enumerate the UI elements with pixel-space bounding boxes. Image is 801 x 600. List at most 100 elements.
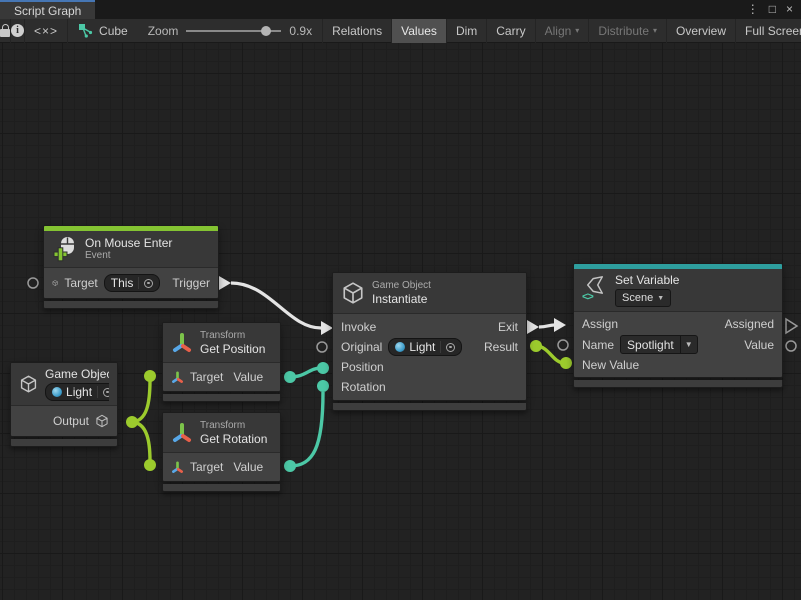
node-footer xyxy=(162,484,281,492)
window-controls: ⋮ □ × xyxy=(747,0,801,19)
node-instantiate[interactable]: Game Object Instantiate Invoke Exit Orig… xyxy=(332,272,527,411)
align-button[interactable]: Align ▾ xyxy=(536,19,590,43)
zoom-slider[interactable] xyxy=(186,26,281,36)
position-label: Position xyxy=(341,360,384,374)
getrotation-value-port[interactable] xyxy=(284,460,296,472)
carry-button[interactable]: Carry xyxy=(487,19,535,43)
distribute-label: Distribute xyxy=(598,24,649,38)
relations-button[interactable]: Relations xyxy=(322,19,392,43)
graph-canvas[interactable]: On Mouse Enter Event Target This Trigger xyxy=(0,43,801,600)
object-picker-icon[interactable] xyxy=(446,343,455,352)
node-get-rotation[interactable]: Transform Get Rotation Target Value xyxy=(162,412,281,492)
instantiate-position-port[interactable] xyxy=(317,362,329,374)
node-footer xyxy=(573,380,783,388)
overview-button[interactable]: Overview xyxy=(667,19,736,43)
transform-icon xyxy=(171,422,193,444)
light-icon xyxy=(395,342,405,352)
transform-icon xyxy=(171,332,193,354)
instantiate-rotation-port[interactable] xyxy=(317,380,329,392)
transform-icon xyxy=(171,371,184,384)
output-label: Output xyxy=(53,414,89,428)
zoom-slider-handle[interactable] xyxy=(261,26,271,36)
getposition-target-port[interactable] xyxy=(144,370,156,382)
setvariable-value-port[interactable] xyxy=(786,341,796,351)
setvariable-assigned-port[interactable] xyxy=(786,319,797,333)
node-subtitle: Event xyxy=(85,250,172,262)
distribute-dropdown-icon: ▾ xyxy=(653,26,657,35)
values-label: Values xyxy=(401,24,437,38)
wire-light-to-getrotation[interactable] xyxy=(132,422,150,461)
exit-label: Exit xyxy=(498,320,518,334)
getposition-value-port[interactable] xyxy=(284,371,296,383)
name-label: Name xyxy=(582,338,614,352)
chevron-down-icon: ▼ xyxy=(680,336,697,353)
result-label: Result xyxy=(484,340,518,354)
instantiate-original-port[interactable] xyxy=(317,342,327,352)
graph-pointer-icon xyxy=(78,23,93,38)
maximize-icon[interactable]: □ xyxy=(769,0,776,19)
target-label: Target xyxy=(64,276,97,290)
object-picker-icon[interactable] xyxy=(103,388,109,397)
inspect-button[interactable]: i xyxy=(11,19,25,43)
tab-title: Script Graph xyxy=(14,4,81,18)
trigger-label: Trigger xyxy=(166,276,210,290)
cube-icon xyxy=(52,276,58,290)
instantiate-result-port[interactable] xyxy=(530,340,542,352)
getrotation-target-port[interactable] xyxy=(144,459,156,471)
original-value-chip[interactable]: Light xyxy=(388,338,462,356)
wire-exit-to-assign[interactable] xyxy=(539,325,554,327)
distribute-button[interactable]: Distribute ▾ xyxy=(589,19,667,43)
fullscreen-button[interactable]: Full Screen xyxy=(736,19,801,43)
object-picker-icon[interactable] xyxy=(144,279,153,288)
node-title: Get Position xyxy=(200,342,265,356)
code-brackets-icon: <> xyxy=(582,291,593,303)
light-icon xyxy=(52,387,62,397)
light-output-port[interactable] xyxy=(126,416,138,428)
wire-result-to-newvalue[interactable] xyxy=(536,346,564,363)
target-label: Target xyxy=(190,460,223,474)
node-game-object-light[interactable]: Game Object Light Output xyxy=(10,362,118,447)
node-title: Game Object xyxy=(45,367,109,381)
target-label: Target xyxy=(190,370,223,384)
tab-bar: Script Graph ⋮ □ × xyxy=(0,0,801,19)
setvariable-newvalue-port[interactable] xyxy=(560,357,572,369)
node-title: Get Rotation xyxy=(200,432,267,446)
variable-scope-dropdown[interactable]: Scene ▼ xyxy=(615,289,671,307)
node-footer xyxy=(10,439,118,447)
zoom-control: Zoom 0.9x xyxy=(138,24,322,38)
scope-value: Scene xyxy=(622,292,653,304)
relations-label: Relations xyxy=(332,24,382,38)
window-menu-icon[interactable]: ⋮ xyxy=(747,0,759,19)
wire-light-to-getposition[interactable] xyxy=(132,380,150,422)
transform-icon xyxy=(171,461,184,474)
dim-button[interactable]: Dim xyxy=(447,19,487,43)
trigger-output-port[interactable] xyxy=(219,276,231,290)
tab-script-graph[interactable]: Script Graph xyxy=(0,0,95,19)
node-on-mouse-enter[interactable]: On Mouse Enter Event Target This Trigger xyxy=(43,225,219,309)
original-value: Light xyxy=(409,340,435,354)
invoke-label: Invoke xyxy=(341,320,376,334)
close-icon[interactable]: × xyxy=(786,0,793,19)
assign-input-port[interactable] xyxy=(554,318,566,332)
light-value-chip[interactable]: Light xyxy=(45,383,109,401)
wire-rotation-value[interactable] xyxy=(290,392,323,466)
new-value-label: New Value xyxy=(582,358,639,372)
lock-button[interactable] xyxy=(0,19,11,43)
wire-position-value[interactable] xyxy=(290,368,321,377)
node-footer xyxy=(162,394,281,402)
variable-name-dropdown[interactable]: Spotlight ▼ xyxy=(620,335,698,354)
node-footer xyxy=(332,403,527,411)
onmouseenter-target-port[interactable] xyxy=(28,278,38,288)
original-label: Original xyxy=(341,340,382,354)
setvariable-name-port[interactable] xyxy=(558,340,568,350)
node-get-position[interactable]: Transform Get Position Target Value xyxy=(162,322,281,402)
values-button[interactable]: Values xyxy=(392,19,447,43)
breadcrumb-label: Cube xyxy=(99,24,128,38)
graph-toolbar: i <×> Cube Zoom 0.9x Relations Values Di… xyxy=(0,19,801,43)
breadcrumb[interactable]: Cube xyxy=(68,23,138,38)
node-set-variable[interactable]: <> Set Variable Scene ▼ Assign Assigned xyxy=(573,263,783,388)
target-value-chip[interactable]: This xyxy=(104,274,161,292)
edit-graph-button[interactable]: <×> xyxy=(25,19,68,43)
light-value: Light xyxy=(66,385,92,399)
exit-output-port[interactable] xyxy=(527,320,539,334)
